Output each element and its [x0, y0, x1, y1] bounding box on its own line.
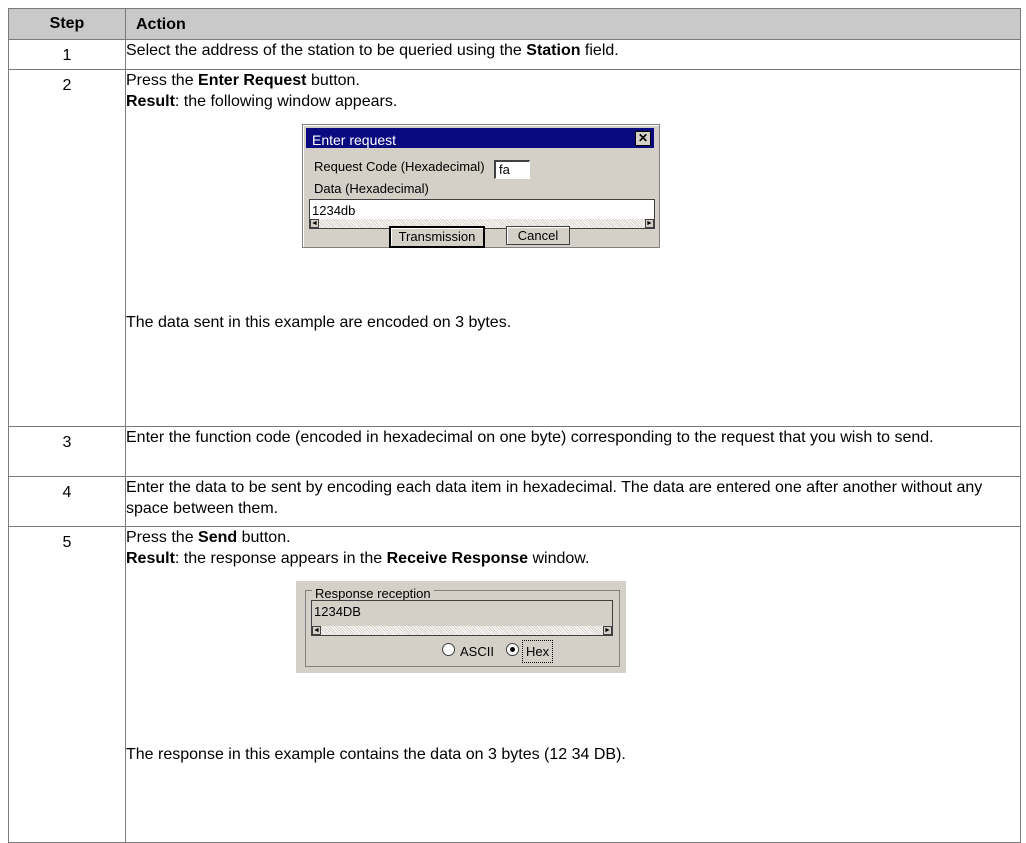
close-icon[interactable]: ✕	[635, 131, 651, 146]
horizontal-scrollbar[interactable]: ◄ ►	[312, 626, 612, 635]
scroll-right-icon[interactable]: ►	[603, 626, 612, 635]
step-number: 4	[8, 476, 126, 527]
data-label: Data (Hexadecimal)	[314, 181, 429, 196]
response-field[interactable]: 1234DB ◄ ►	[311, 600, 613, 636]
table-row: 3 Enter the function code (encoded in he…	[8, 426, 1021, 477]
transmission-button[interactable]: Transmission	[389, 226, 485, 248]
response-group: Response reception 1234DB ◄ ► ASCII Hex	[305, 583, 620, 667]
step-number: 5	[8, 526, 126, 843]
action-bold: Station	[526, 42, 581, 59]
action-after: The response in this example contains th…	[126, 746, 626, 763]
action-line: Result: the response appears in the Rece…	[126, 548, 1020, 569]
step-number: 3	[8, 426, 126, 477]
action-text: window.	[528, 550, 590, 567]
action-text: Press the	[126, 529, 199, 546]
action-text: button.	[237, 529, 291, 546]
action-cell: Select the address of the station to be …	[125, 39, 1021, 70]
request-code-input[interactable]: fa	[494, 160, 530, 179]
action-bold: Enter Request	[198, 72, 307, 89]
action-bold: Send	[198, 529, 238, 546]
response-reception-panel: Response reception 1234DB ◄ ► ASCII Hex	[296, 581, 626, 673]
hex-label[interactable]: Hex	[522, 640, 554, 663]
action-text: Select the address of the station to be …	[126, 42, 527, 59]
table-row: 2 Press the Enter Request button. Result…	[8, 69, 1021, 427]
hex-radio[interactable]	[506, 643, 519, 656]
ascii-label[interactable]: ASCII	[460, 641, 494, 662]
scroll-left-icon[interactable]: ◄	[310, 219, 319, 228]
action-text: : the response appears in the	[174, 550, 387, 567]
action-text: button.	[306, 72, 360, 89]
action-line: Press the Send button.	[126, 527, 1020, 548]
enter-request-dialog: Enter request ✕ Request Code (Hexadecima…	[302, 124, 660, 248]
scroll-left-icon[interactable]: ◄	[312, 626, 321, 635]
cancel-button[interactable]: Cancel	[506, 226, 570, 245]
table-header-row: Step Action	[8, 8, 1021, 40]
data-input[interactable]: 1234db ◄ ►	[309, 199, 655, 229]
action-text: field.	[580, 42, 619, 59]
action-cell: Enter the data to be sent by encoding ea…	[125, 476, 1021, 527]
action-text: Press the	[126, 72, 199, 89]
header-step: Step	[8, 8, 126, 40]
steps-table: Step Action 1 Select the address of the …	[8, 8, 1021, 843]
action-text: : the following window appears.	[174, 93, 398, 110]
response-value: 1234DB	[314, 604, 361, 619]
ascii-radio[interactable]	[442, 643, 455, 656]
result-label: Result	[126, 93, 175, 110]
step-number: 2	[8, 69, 126, 427]
request-code-label: Request Code (Hexadecimal)	[314, 159, 485, 174]
dialog-titlebar: Enter request ✕	[306, 128, 654, 148]
data-value: 1234db	[312, 203, 356, 218]
action-after: The data sent in this example are encode…	[126, 314, 512, 331]
action-cell: Enter the function code (encoded in hexa…	[125, 426, 1021, 477]
scroll-right-icon[interactable]: ►	[645, 219, 654, 228]
action-bold: Receive Response	[386, 550, 529, 567]
table-row: 5 Press the Send button. Result: the res…	[8, 526, 1021, 843]
result-label: Result	[126, 550, 175, 567]
header-action: Action	[125, 8, 1021, 40]
table-row: 4 Enter the data to be sent by encoding …	[8, 476, 1021, 527]
action-line: Result: the following window appears.	[126, 91, 1020, 112]
action-line: Press the Enter Request button.	[126, 70, 1020, 91]
action-cell: Press the Send button. Result: the respo…	[125, 526, 1021, 843]
step-number: 1	[8, 39, 126, 70]
action-cell: Press the Enter Request button. Result: …	[125, 69, 1021, 427]
table-row: 1 Select the address of the station to b…	[8, 39, 1021, 70]
dialog-title: Enter request	[312, 132, 397, 148]
